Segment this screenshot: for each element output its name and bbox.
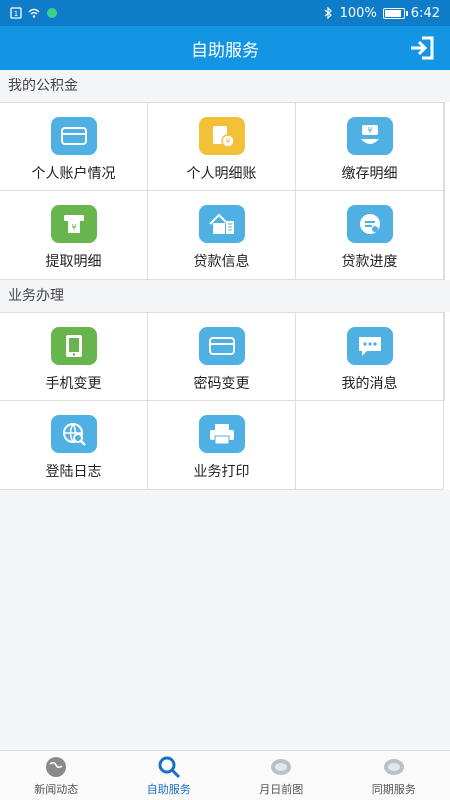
clock: 6:42 xyxy=(410,5,440,21)
tile-login-log[interactable]: 登陆日志 xyxy=(0,401,148,490)
tile-label: 业务打印 xyxy=(193,464,250,480)
printer-icon xyxy=(198,415,245,453)
nav-news[interactable]: 新闻动态 xyxy=(0,751,113,800)
phone-icon xyxy=(50,327,97,365)
wifi-icon xyxy=(28,8,40,18)
svg-text:¥: ¥ xyxy=(71,223,76,232)
tile-deposit-details[interactable]: ¥ 缴存明细 xyxy=(296,102,444,191)
nav-label: 新闻动态 xyxy=(34,782,79,796)
tile-label: 贷款进度 xyxy=(341,254,398,270)
section-title-business: 业务办理 xyxy=(0,280,450,312)
svg-text:¥: ¥ xyxy=(225,137,230,146)
globe-search-icon xyxy=(50,415,97,453)
tile-label: 个人账户情况 xyxy=(31,166,116,182)
nav-fourth[interactable]: 同期服务 xyxy=(338,751,450,800)
nav-label: 自助服务 xyxy=(146,782,191,796)
house-icon xyxy=(198,205,245,243)
tile-label: 提取明细 xyxy=(45,254,102,270)
section-title-my-fund: 我的公积金 xyxy=(0,70,450,102)
tile-label: 密码变更 xyxy=(193,376,250,392)
globe-icon xyxy=(46,756,67,777)
status-bar: 1 100% 6:42 xyxy=(0,0,450,26)
svg-text:¥: ¥ xyxy=(367,126,372,135)
withdraw-icon: ¥ xyxy=(50,205,97,243)
top-bar: 自助服务 xyxy=(0,26,450,70)
sim-icon: 1 xyxy=(10,7,22,19)
nav-label: 同期服务 xyxy=(371,782,416,796)
grid-edge-strip xyxy=(444,312,450,401)
battery-percent: 100% xyxy=(339,5,377,21)
status-left: 1 xyxy=(10,7,58,19)
tile-business-print[interactable]: 业务打印 xyxy=(148,401,296,490)
tile-label: 登陆日志 xyxy=(45,464,102,480)
grid-my-fund: 个人账户情况 ¥ 个人明细账 ¥ 缴存明细 ¥ 提取明细 贷款信息 贷款进度 xyxy=(0,102,450,280)
tile-phone-change[interactable]: 手机变更 xyxy=(0,312,148,401)
tile-label: 手机变更 xyxy=(45,376,102,392)
tile-label: 贷款信息 xyxy=(193,254,250,270)
ledger-icon: ¥ xyxy=(198,117,245,155)
battery-icon xyxy=(382,7,408,19)
tile-empty xyxy=(296,401,444,490)
card-icon xyxy=(198,327,245,365)
svg-text:1: 1 xyxy=(14,10,18,18)
wallet-icon xyxy=(50,117,97,155)
blank-icon xyxy=(271,758,292,775)
tile-loan-progress[interactable]: 贷款进度 xyxy=(296,191,444,280)
nav-label: 月日前图 xyxy=(259,782,304,796)
tile-label: 个人明细账 xyxy=(186,166,257,182)
tile-withdraw-details[interactable]: ¥ 提取明细 xyxy=(0,191,148,280)
tile-password-change[interactable]: 密码变更 xyxy=(148,312,296,401)
blank-icon xyxy=(383,758,404,775)
progress-icon xyxy=(346,205,393,243)
logout-icon[interactable] xyxy=(408,34,436,62)
grid-edge-strip xyxy=(444,102,450,280)
tile-my-messages[interactable]: 我的消息 xyxy=(296,312,444,401)
deposit-icon: ¥ xyxy=(346,117,393,155)
tile-loan-info[interactable]: 贷款信息 xyxy=(148,191,296,280)
page-title: 自助服务 xyxy=(191,40,259,61)
tile-label: 缴存明细 xyxy=(341,166,398,182)
app-notify-icon xyxy=(47,8,57,18)
nav-self-service[interactable]: 自助服务 xyxy=(113,751,226,800)
bottom-nav: 新闻动态 自助服务 月日前图 同期服务 xyxy=(0,750,450,800)
tile-personal-ledger[interactable]: ¥ 个人明细账 xyxy=(148,102,296,191)
tile-account-status[interactable]: 个人账户情况 xyxy=(0,102,148,191)
status-right: 100% 6:42 xyxy=(322,6,440,21)
search-icon xyxy=(158,756,180,778)
tile-label: 我的消息 xyxy=(341,376,398,392)
nav-third[interactable]: 月日前图 xyxy=(225,751,338,800)
message-icon xyxy=(346,327,393,365)
grid-business: 手机变更 密码变更 我的消息 登陆日志 业务打印 xyxy=(0,312,450,490)
bluetooth-icon xyxy=(324,7,332,19)
